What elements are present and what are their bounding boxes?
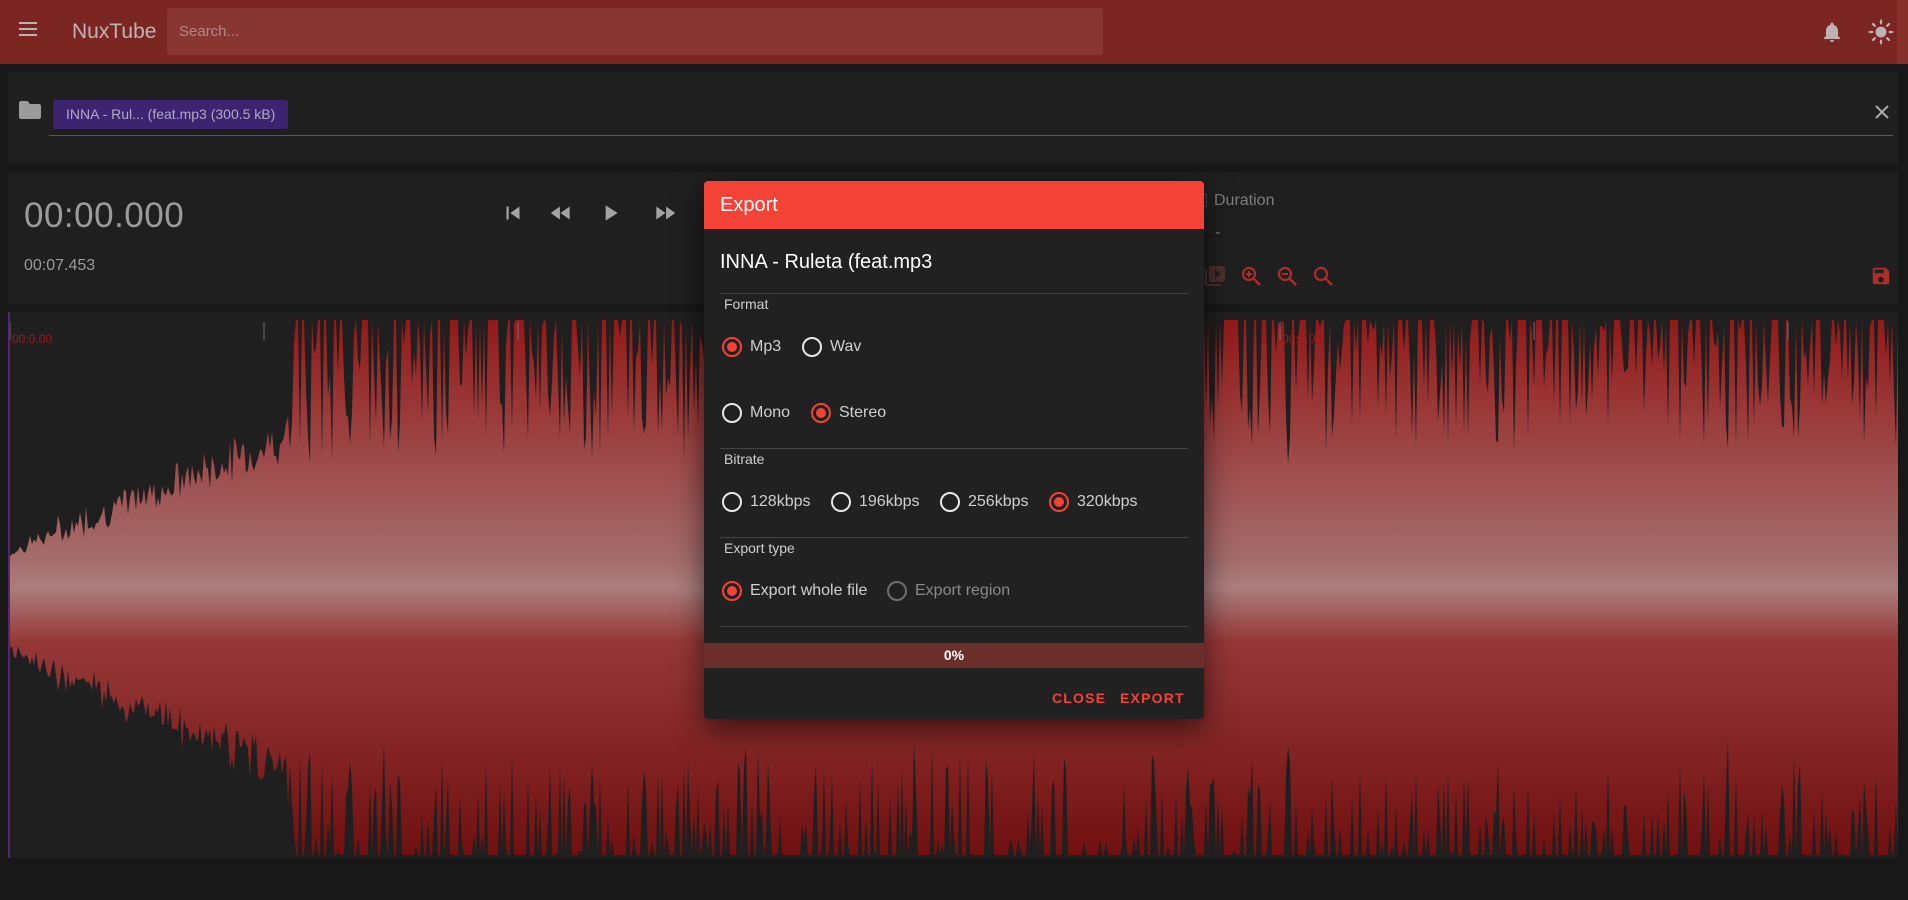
radio-checked-icon (1049, 492, 1069, 512)
export-dialog: Export INNA - Ruleta (feat.mp3 Format Mp… (704, 181, 1204, 719)
radio-export-region[interactable]: Export region (887, 581, 1010, 601)
radio-checked-icon (811, 403, 831, 423)
radio-bitrate-256[interactable]: 256kbps (940, 492, 1029, 512)
radio-format-mp3[interactable]: Mp3 (722, 337, 781, 357)
divider (720, 537, 1188, 538)
radio-label: 256kbps (968, 493, 1029, 510)
radio-format-wav[interactable]: Wav (802, 337, 861, 357)
format-section-label: Format (724, 296, 769, 312)
radio-label: 128kbps (750, 493, 811, 510)
radio-bitrate-320[interactable]: 320kbps (1049, 492, 1138, 512)
progress-text: 0% (943, 647, 965, 663)
radio-label: 320kbps (1077, 493, 1138, 510)
radio-label: Export whole file (750, 582, 868, 599)
close-button[interactable]: CLOSE (1046, 686, 1112, 710)
radio-channel-stereo[interactable]: Stereo (811, 403, 886, 423)
radio-label: 196kbps (859, 493, 920, 510)
radio-export-whole-file[interactable]: Export whole file (722, 581, 867, 601)
radio-label: Mp3 (750, 338, 782, 355)
radio-unchecked-icon (940, 492, 960, 512)
radio-unchecked-icon (722, 492, 742, 512)
radio-checked-icon (722, 581, 742, 601)
dialog-title: Export (704, 181, 1204, 229)
radio-bitrate-128[interactable]: 128kbps (722, 492, 811, 512)
radio-unchecked-icon (802, 337, 822, 357)
radio-checked-icon (722, 337, 742, 357)
export-button[interactable]: EXPORT (1114, 686, 1191, 710)
radio-label: Export region (915, 582, 1011, 599)
divider (720, 293, 1188, 294)
radio-unchecked-icon (722, 403, 742, 423)
radio-bitrate-196[interactable]: 196kbps (831, 492, 920, 512)
bitrate-section-label: Bitrate (724, 451, 765, 467)
radio-channel-mono[interactable]: Mono (722, 403, 790, 423)
dialog-filename: INNA - Ruleta (feat.mp3 (720, 251, 933, 273)
radio-label: Mono (750, 404, 791, 421)
export-type-section-label: Export type (724, 540, 795, 556)
radio-unchecked-icon (831, 492, 851, 512)
export-progress-bar: 0% (704, 643, 1204, 668)
divider (720, 448, 1188, 449)
divider (720, 626, 1188, 627)
radio-unchecked-icon (887, 581, 907, 601)
radio-label: Stereo (839, 404, 887, 421)
radio-label: Wav (830, 338, 862, 355)
